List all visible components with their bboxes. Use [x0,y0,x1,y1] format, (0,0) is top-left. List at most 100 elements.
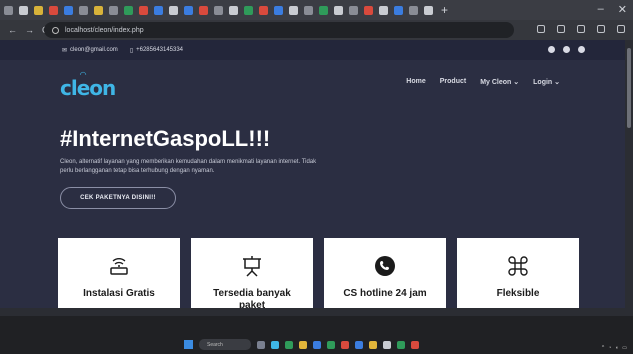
site-info-icon[interactable] [52,26,59,34]
tab-favicon[interactable] [304,5,313,15]
app-icon[interactable] [355,340,363,349]
tab-favicon[interactable] [124,5,133,15]
tab-favicon[interactable] [379,5,388,15]
nav-my-cleon[interactable]: My Cleon ⌄ [480,78,519,86]
tab-favicon[interactable] [4,5,13,15]
feature-label: Fleksible [496,288,540,299]
hero-description: Cleon, alternatif layanan yang memberika… [60,159,317,174]
nav-product[interactable]: Product [440,78,466,86]
command-icon [507,254,529,278]
app-icon[interactable] [369,340,377,349]
feature-cards: Instalasi Gratis Tersedia banyak paket C… [58,238,579,308]
logo-text: cleon [60,76,116,100]
bookmark-icon[interactable] [537,25,545,33]
start-icon[interactable] [184,340,193,349]
file-explorer-icon[interactable] [299,340,307,349]
app-icon[interactable] [411,340,419,349]
tab-favicon[interactable] [274,5,283,15]
tab-favicon[interactable] [214,5,223,15]
tab-favicon[interactable] [319,5,328,15]
feature-card: Instalasi Gratis [58,238,180,308]
contact-bar: ✉ cleon@gmail.com ▯ +6285643145334 [0,40,625,60]
mail-icon: ✉ [62,47,68,54]
browser-actions [537,25,625,33]
filter-icon[interactable] [557,25,565,33]
search-placeholder: Search [207,341,223,348]
sidebar-icon[interactable] [597,25,605,33]
window-controls: – ✕ [598,3,627,16]
wifi-tray-icon[interactable]: ◔ [608,345,611,351]
tab-favicon[interactable] [424,5,433,15]
volume-icon[interactable]: ◖ [615,345,618,351]
app-icon[interactable] [285,340,293,349]
scroll-thumb[interactable] [627,48,631,128]
browser-tab-strip: + – ✕ [0,0,633,20]
app-icon[interactable] [383,340,391,349]
phone-text: +6285643145334 [136,47,184,53]
app-icon[interactable] [327,340,335,349]
tab-favicon[interactable] [334,5,343,15]
tab-favicon[interactable] [169,5,178,15]
address-bar[interactable]: localhost/cleon/index.php [44,22,514,38]
phone-contact[interactable]: ▯ +6285643145334 [130,47,183,54]
tab-favicon[interactable] [289,5,298,15]
tab-favicon[interactable] [64,5,73,15]
wifi-icon: ◠ [80,70,86,79]
tab-favicon[interactable] [364,5,373,15]
feature-label: Tersedia banyak paket [213,288,291,308]
cek-paket-button[interactable]: CEK PAKETNYA DISINI!! [60,187,176,209]
phone-icon [374,254,396,278]
tab-favicon[interactable] [49,5,58,15]
close-window-button[interactable]: ✕ [618,3,627,16]
back-icon[interactable]: ← [8,25,17,35]
tab-favicon[interactable] [94,5,103,15]
feature-card: Tersedia banyak paket [191,238,313,308]
nav-home[interactable]: Home [406,78,425,86]
taskbar-search[interactable]: Search [199,339,251,350]
minimize-button[interactable]: – [598,3,604,16]
widgets-icon[interactable] [257,340,265,349]
tab-favicon[interactable] [259,5,268,15]
email-text: cleon@gmail.com [70,47,118,53]
tab-favicon[interactable] [19,5,28,15]
tab-favicon[interactable] [229,5,238,15]
site-logo[interactable]: ◠ cleon [60,70,116,100]
tab-favicon[interactable] [109,5,118,15]
instagram-icon[interactable] [578,46,585,53]
battery-icon[interactable]: ▭ [622,345,627,351]
forward-icon[interactable]: → [25,25,34,35]
app-icon[interactable] [271,340,279,349]
tab-favicon[interactable] [244,5,253,15]
facebook-icon[interactable] [563,46,570,53]
hero-title: #InternetGaspoLL!!! [60,126,271,151]
tab-favicon[interactable] [184,5,193,15]
feature-card: Fleksible [457,238,579,308]
tray-chevron-icon[interactable]: ^ [602,345,604,351]
tab-favicon[interactable] [79,5,88,15]
tab-favicon[interactable] [34,5,43,15]
presentation-icon [241,254,263,278]
vertical-scrollbar[interactable] [625,40,633,308]
main-nav: Home Product My Cleon ⌄ Login ⌄ [406,78,560,86]
tab-favicon[interactable] [154,5,163,15]
twitter-icon[interactable] [548,46,555,53]
app-icon[interactable] [313,340,321,349]
horizontal-scrollbar[interactable] [0,308,633,316]
download-icon[interactable] [577,25,585,33]
tab-favicon[interactable] [349,5,358,15]
new-tab-button[interactable]: + [441,3,448,17]
email-contact[interactable]: ✉ cleon@gmail.com [62,47,118,54]
feature-label: Instalasi Gratis [83,288,155,299]
phone-small-icon: ▯ [129,47,134,54]
feature-label: CS hotline 24 jam [343,288,427,299]
tab-favicon[interactable] [394,5,403,15]
chrome-icon[interactable] [397,340,405,349]
taskbar: Search ^ ◔ ◖ ▭ [0,316,633,354]
tab-favicon[interactable] [409,5,418,15]
profile-icon[interactable] [617,25,625,33]
nav-login[interactable]: Login ⌄ [533,78,560,86]
router-icon [108,254,130,278]
tab-favicon[interactable] [199,5,208,15]
app-icon[interactable] [341,340,349,349]
tab-favicon[interactable] [139,5,148,15]
